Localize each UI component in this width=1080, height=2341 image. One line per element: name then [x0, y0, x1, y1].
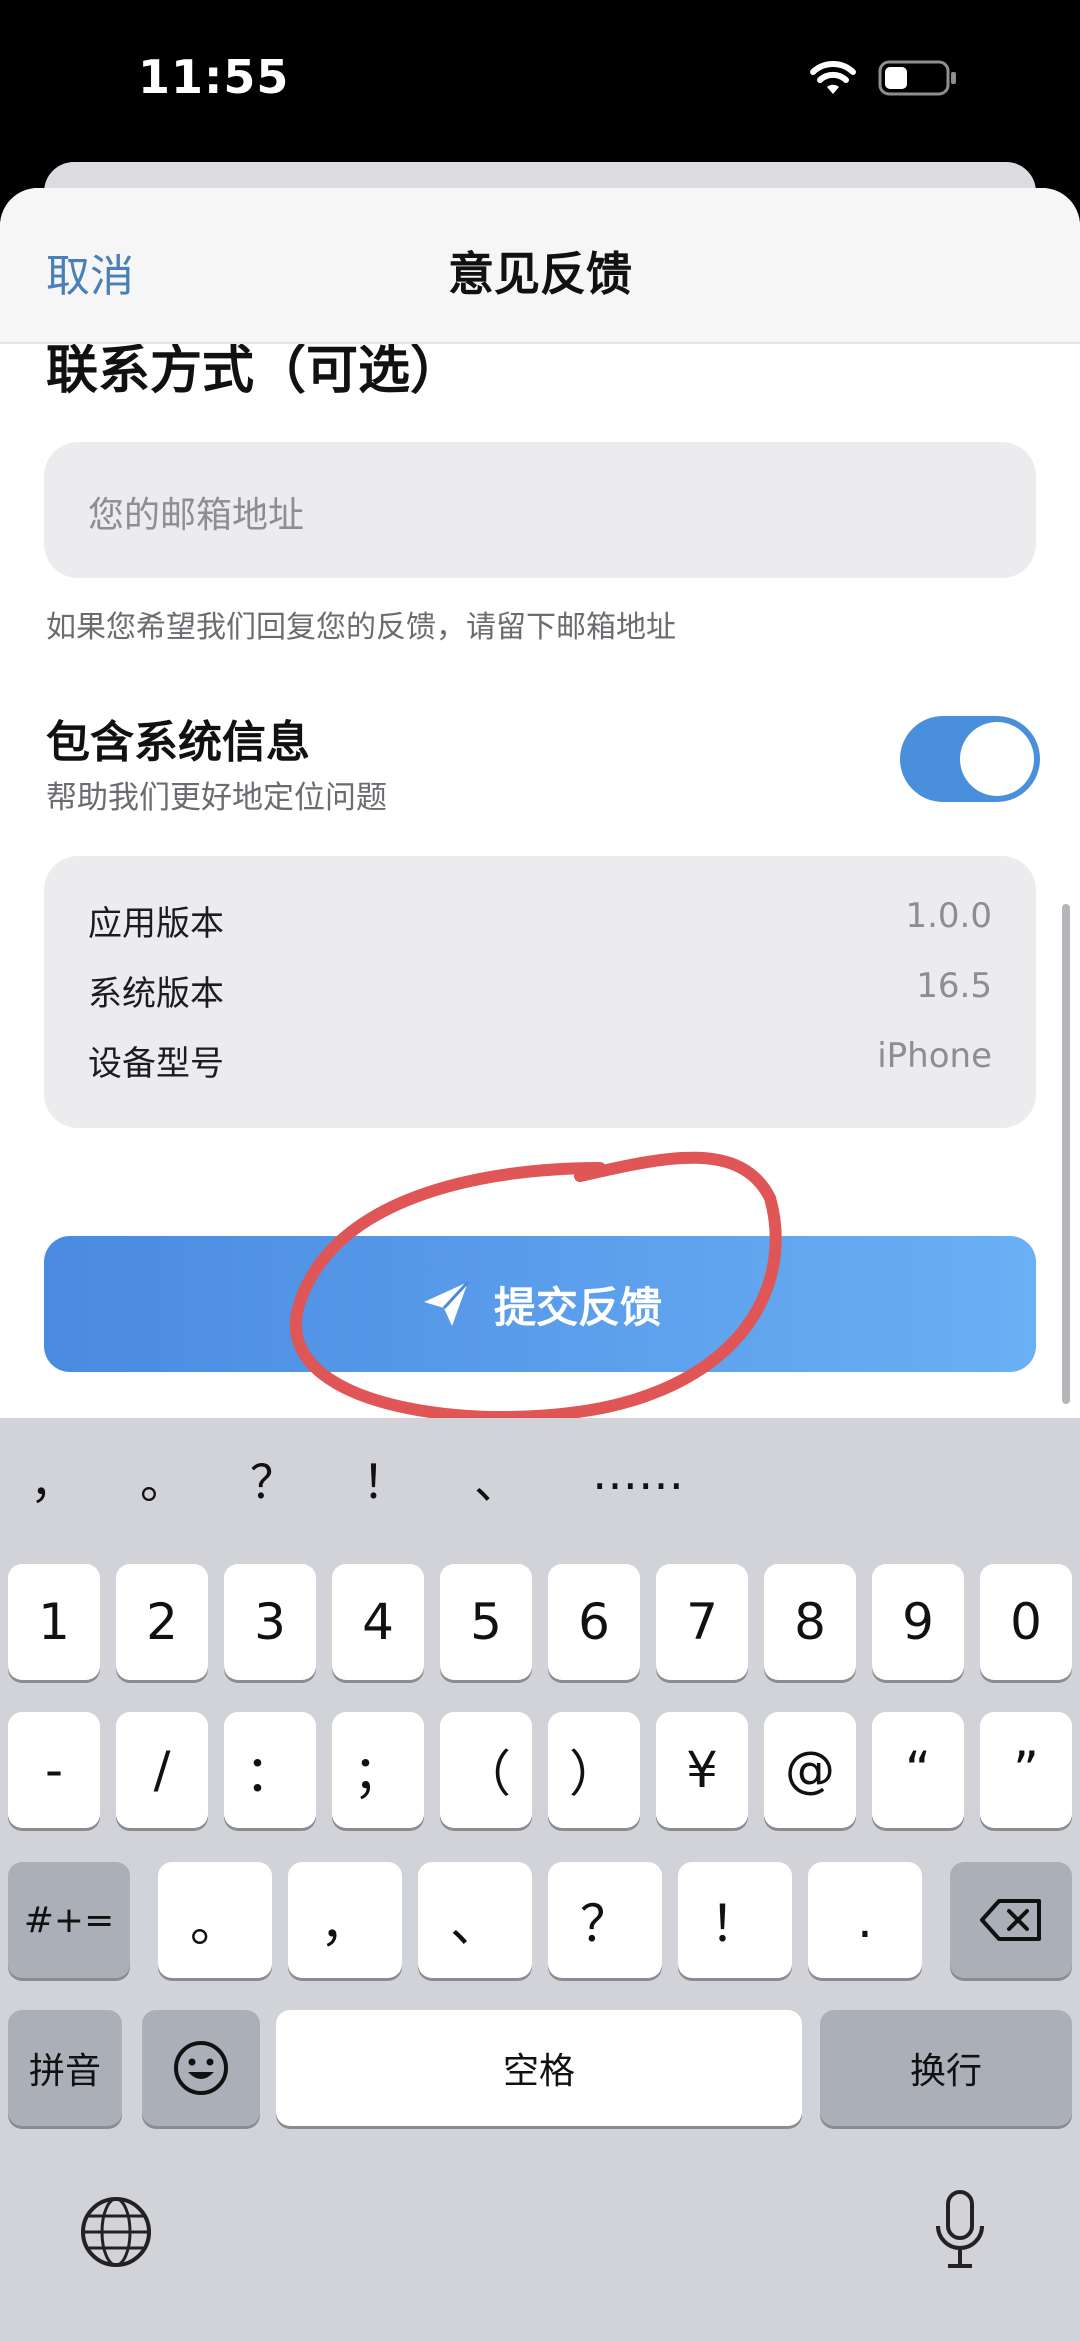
info-value: 1.0.0: [905, 896, 992, 936]
status-bar: 11:55: [0, 0, 1080, 160]
pinyin-key[interactable]: 拼音: [8, 2010, 122, 2126]
key-9[interactable]: 9: [872, 1564, 964, 1680]
key-3[interactable]: 3: [224, 1564, 316, 1680]
return-key[interactable]: 换行: [820, 2010, 1072, 2126]
info-label: 设备型号: [88, 1044, 224, 1084]
info-value: iPhone: [877, 1036, 992, 1076]
key-close-quote[interactable]: ”: [980, 1712, 1072, 1828]
system-info-subtitle: 帮助我们更好地定位问题: [46, 780, 387, 816]
email-field[interactable]: 您的邮箱地址: [44, 442, 1036, 578]
key-semicolon[interactable]: ；: [332, 1712, 424, 1828]
wifi-icon: [810, 61, 856, 94]
info-value: 16.5: [916, 966, 992, 1006]
send-icon: [423, 1280, 470, 1326]
key-5[interactable]: 5: [440, 1564, 532, 1680]
info-row-app-version: 应用版本 1.0.0: [88, 896, 992, 946]
email-hint: 如果您希望我们回复您的反馈，请留下邮箱地址: [46, 610, 676, 645]
battery-icon: [878, 60, 956, 96]
key-7[interactable]: 7: [656, 1564, 748, 1680]
info-label: 系统版本: [88, 974, 224, 1014]
key-more-symbols[interactable]: #+=: [8, 1862, 130, 1978]
submit-feedback-button[interactable]: 提交反馈: [44, 1236, 1036, 1372]
feedback-sheet: 取消 意见反馈 联系方式（可选） 您的邮箱地址 如果您希望我们回复您的反馈，请留…: [0, 188, 1080, 1418]
submit-label: 提交反馈: [493, 1282, 662, 1332]
key-2[interactable]: 2: [116, 1564, 208, 1680]
space-key[interactable]: 空格: [276, 2010, 802, 2126]
candidate-period[interactable]: 。: [140, 1446, 186, 1512]
emoji-icon: [174, 2041, 228, 2095]
delete-key[interactable]: [950, 1862, 1072, 1978]
toggle-knob: [960, 722, 1034, 796]
page-title: 意见反馈: [448, 247, 632, 301]
globe-icon[interactable]: [78, 2194, 154, 2270]
key-yen[interactable]: ¥: [656, 1712, 748, 1828]
emoji-key[interactable]: [142, 2010, 260, 2126]
key-6[interactable]: 6: [548, 1564, 640, 1680]
key-0[interactable]: 0: [980, 1564, 1072, 1680]
info-label: 应用版本: [88, 904, 224, 944]
key-dot[interactable]: .: [808, 1862, 922, 1978]
key-full-stop[interactable]: 。: [158, 1862, 272, 1978]
key-8[interactable]: 8: [764, 1564, 856, 1680]
system-info-toggle[interactable]: [900, 716, 1040, 802]
candidate-exclaim[interactable]: ！: [362, 1446, 408, 1512]
email-placeholder: 您的邮箱地址: [88, 495, 305, 536]
info-row-os-version: 系统版本 16.5: [88, 966, 992, 1016]
key-hyphen[interactable]: -: [8, 1712, 100, 1828]
key-question[interactable]: ？: [548, 1862, 662, 1978]
keyboard: ， 。 ？ ！ 、 …… 1 2 3 4 5 6 7 8 9 0 - / ： ；…: [0, 1418, 1080, 2341]
key-exclaim[interactable]: ！: [678, 1862, 792, 1978]
info-row-device-model: 设备型号 iPhone: [88, 1036, 992, 1086]
key-4[interactable]: 4: [332, 1564, 424, 1680]
key-slash[interactable]: /: [116, 1712, 208, 1828]
status-time: 11:55: [138, 50, 290, 104]
candidate-dunhao[interactable]: 、: [474, 1446, 520, 1512]
system-info-title: 包含系统信息: [46, 717, 310, 768]
scrollbar[interactable]: [1062, 904, 1070, 1404]
key-at[interactable]: @: [764, 1712, 856, 1828]
key-open-quote[interactable]: “: [872, 1712, 964, 1828]
system-info-card: 应用版本 1.0.0 系统版本 16.5 设备型号 iPhone: [44, 856, 1036, 1128]
submit-content: 提交反馈: [44, 1236, 1036, 1372]
nav-bar: 取消 意见反馈: [0, 188, 1080, 344]
key-open-paren[interactable]: （: [440, 1712, 532, 1828]
key-colon[interactable]: ：: [224, 1712, 316, 1828]
key-dunhao[interactable]: 、: [418, 1862, 532, 1978]
mic-icon[interactable]: [930, 2188, 990, 2272]
key-comma[interactable]: ，: [288, 1862, 402, 1978]
candidate-ellipsis[interactable]: ……: [592, 1446, 684, 1500]
key-1[interactable]: 1: [8, 1564, 100, 1680]
delete-icon: [980, 1899, 1041, 1941]
key-close-paren[interactable]: ）: [548, 1712, 640, 1828]
candidate-comma[interactable]: ，: [30, 1446, 76, 1512]
candidate-question[interactable]: ？: [250, 1446, 296, 1512]
